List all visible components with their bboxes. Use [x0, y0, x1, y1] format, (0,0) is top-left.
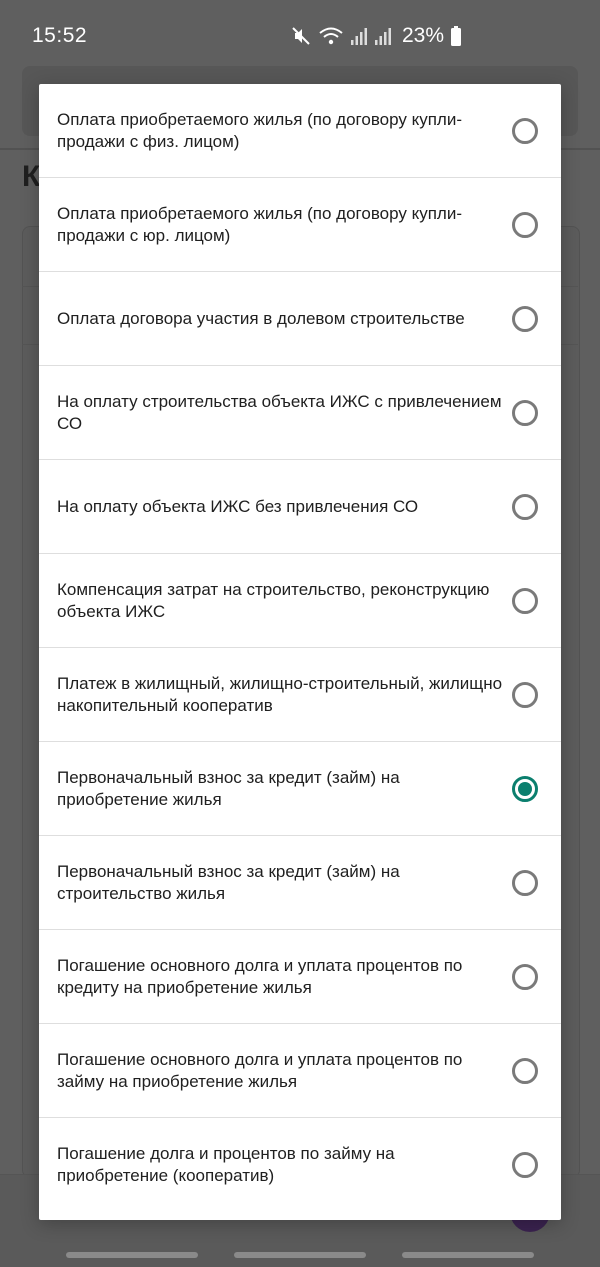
signal-icon	[350, 25, 368, 47]
radio-button[interactable]	[512, 493, 538, 520]
radio-button[interactable]	[512, 211, 538, 238]
option-item[interactable]: Компенсация затрат на строительство, рек…	[39, 554, 561, 648]
option-item[interactable]: Погашение основного долга и уплата проце…	[39, 930, 561, 1024]
option-label: Первоначальный взнос за кредит (займ) на…	[57, 767, 400, 809]
radio-button[interactable]	[512, 869, 538, 896]
wifi-icon	[318, 25, 344, 47]
background-heading: К	[22, 160, 41, 193]
option-item[interactable]: Платеж в жилищный, жилищно-строительный,…	[39, 648, 561, 742]
option-label: На оплату строительства объекта ИЖС с пр…	[57, 391, 502, 433]
radio-selected-dot	[518, 781, 532, 796]
battery-icon	[450, 25, 462, 47]
option-label: На оплату объекта ИЖС без привлечения СО	[57, 496, 419, 516]
option-label: Погашение основного долга и уплата проце…	[57, 1049, 463, 1091]
radio-button[interactable]	[512, 399, 538, 426]
option-label: Платеж в жилищный, жилищно-строительный,…	[57, 673, 503, 715]
radio-button[interactable]	[512, 305, 538, 332]
option-label: Оплата приобретаемого жилья (по договору…	[57, 109, 463, 151]
status-bar: 15:52 23%	[0, 0, 600, 70]
option-item[interactable]: На оплату строительства объекта ИЖС с пр…	[39, 366, 561, 460]
option-label: Погашение основного долга и уплата проце…	[57, 955, 463, 997]
selection-dialog: Оплата приобретаемого жилья (по договору…	[39, 84, 561, 1220]
mute-icon	[290, 25, 312, 47]
gesture-bar-left	[66, 1252, 198, 1258]
option-label: Первоначальный взнос за кредит (займ) на…	[57, 861, 400, 903]
option-label: Оплата приобретаемого жилья (по договору…	[57, 203, 463, 245]
radio-button[interactable]	[512, 1057, 538, 1084]
option-label: Погашение долга и процентов по займу на …	[57, 1144, 395, 1185]
option-label: Оплата договора участия в долевом строит…	[57, 308, 465, 328]
option-item[interactable]: На оплату объекта ИЖС без привлечения СО	[39, 460, 561, 554]
option-item[interactable]: Оплата договора участия в долевом строит…	[39, 272, 561, 366]
gesture-bar-center	[234, 1252, 366, 1258]
option-item[interactable]: Погашение основного долга и уплата проце…	[39, 1024, 561, 1118]
gesture-bar-right	[402, 1252, 534, 1258]
radio-button[interactable]	[512, 117, 538, 144]
status-icons: 23%	[290, 22, 462, 50]
signal-icon	[374, 25, 392, 47]
option-item[interactable]: Оплата приобретаемого жилья (по договору…	[39, 84, 561, 178]
radio-button[interactable]	[512, 775, 538, 802]
option-item[interactable]: Первоначальный взнос за кредит (займ) на…	[39, 836, 561, 930]
status-time: 15:52	[32, 24, 88, 47]
option-item[interactable]: Первоначальный взнос за кредит (займ) на…	[39, 742, 561, 836]
radio-button[interactable]	[512, 963, 538, 990]
radio-button[interactable]	[512, 587, 538, 614]
battery-percent: 23%	[402, 24, 445, 47]
radio-button[interactable]	[512, 1152, 538, 1178]
option-item[interactable]: Оплата приобретаемого жилья (по договору…	[39, 178, 561, 272]
option-label: Компенсация затрат на строительство, рек…	[57, 579, 490, 621]
radio-button[interactable]	[512, 681, 538, 708]
option-item[interactable]: Погашение долга и процентов по займу на …	[39, 1118, 561, 1212]
